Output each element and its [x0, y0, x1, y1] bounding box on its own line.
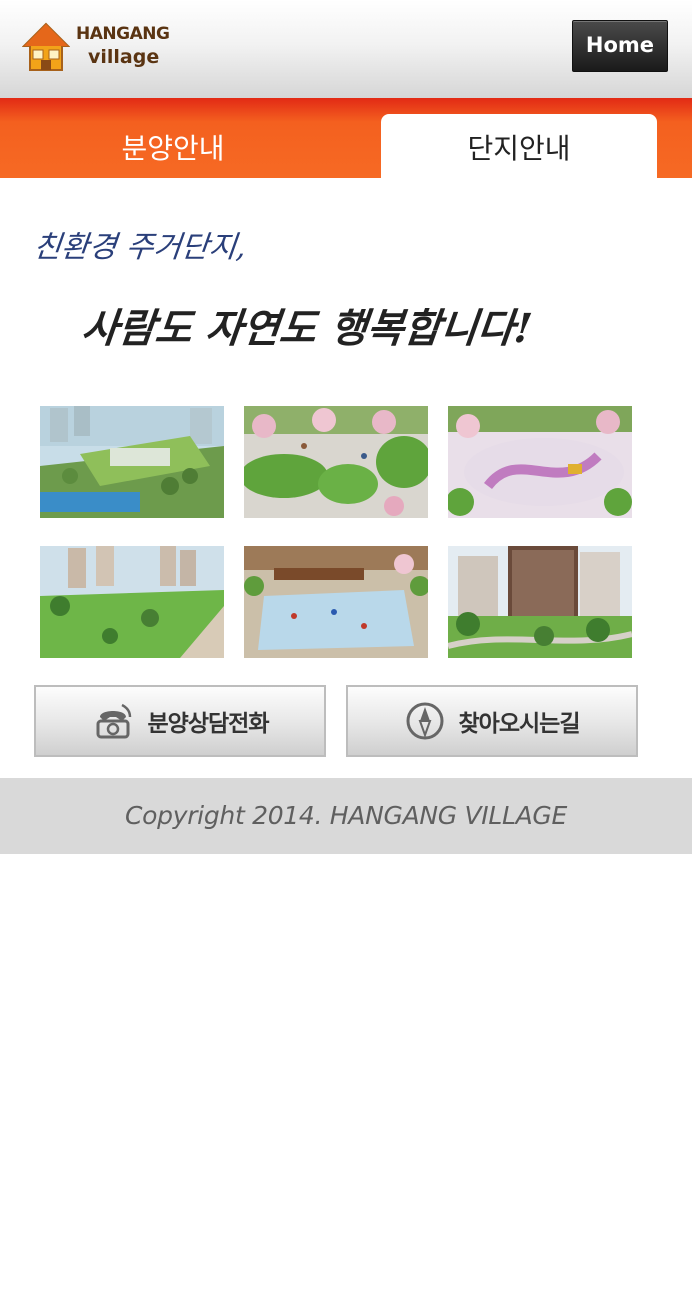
directions-button[interactable]: 찾아오시는길: [346, 685, 638, 757]
sales-consultation-call-button[interactable]: 분양상담전화: [34, 685, 326, 757]
photo-gallery: [40, 406, 652, 658]
logo-text-village: village: [88, 46, 160, 68]
logo[interactable]: HANGANG village: [22, 20, 172, 76]
tab-sales-info[interactable]: 분양안내: [0, 114, 346, 178]
complex-photo-water-plaza[interactable]: [244, 546, 428, 658]
complex-photo-rooftop-garden[interactable]: [40, 406, 224, 518]
slogan-line-1: 친환경 주거단지,: [31, 230, 248, 265]
phone-icon: [96, 703, 131, 739]
house-icon: [22, 22, 70, 71]
tab-bar: 분양안내 단지안내: [0, 98, 692, 178]
directions-label: 찾아오시는길: [458, 711, 581, 737]
sales-consultation-call-label: 분양상담전화: [147, 711, 270, 737]
slogan-line-2: 사람도 자연도 행복합니다!: [79, 305, 535, 352]
logo-text-hangang: HANGANG: [76, 24, 170, 44]
copyright-text: Copyright 2014. HANGANG VILLAGE: [124, 801, 568, 830]
complex-photo-playground[interactable]: [448, 406, 632, 518]
tab-complex-info[interactable]: 단지안내: [381, 114, 657, 178]
complex-photo-lawn[interactable]: [40, 546, 224, 658]
slogan: 친환경 주거단지, 사람도 자연도 행복합니다!: [30, 218, 550, 378]
home-button[interactable]: Home: [572, 20, 668, 72]
header: HANGANG village Home: [0, 0, 692, 98]
footer: Copyright 2014. HANGANG VILLAGE: [0, 778, 692, 854]
compass-icon: [406, 702, 444, 740]
complex-photo-towers[interactable]: [448, 546, 632, 658]
complex-photo-park[interactable]: [244, 406, 428, 518]
